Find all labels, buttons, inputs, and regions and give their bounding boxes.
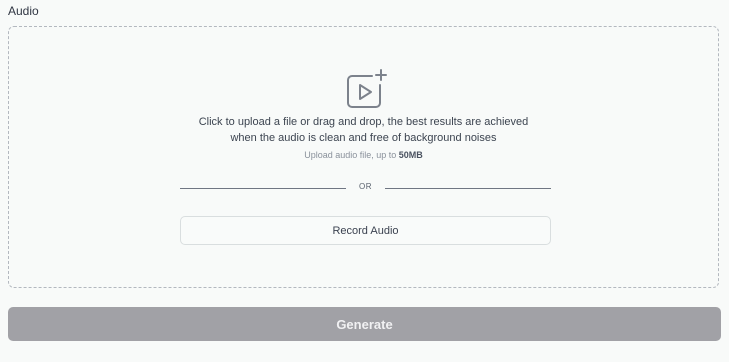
generate-button[interactable]: Generate: [8, 307, 721, 341]
divider-right: [385, 188, 551, 189]
record-audio-button[interactable]: Record Audio: [180, 216, 551, 245]
divider-left: [180, 188, 346, 189]
upload-size-limit: 50MB: [398, 150, 423, 160]
upload-hint-prefix: Upload audio file, up to: [304, 150, 399, 160]
audio-field-label: Audio: [8, 4, 39, 18]
or-separator: OR: [359, 182, 372, 191]
upload-instruction-line2: when the audio is clean and free of back…: [230, 132, 497, 144]
video-plus-icon: [347, 69, 387, 108]
upload-instruction-line1: Click to upload a file or drag and drop,…: [198, 116, 529, 128]
audio-upload-dropzone[interactable]: Click to upload a file or drag and drop,…: [8, 26, 719, 288]
upload-size-hint: Upload audio file, up to 50MB: [9, 150, 718, 160]
